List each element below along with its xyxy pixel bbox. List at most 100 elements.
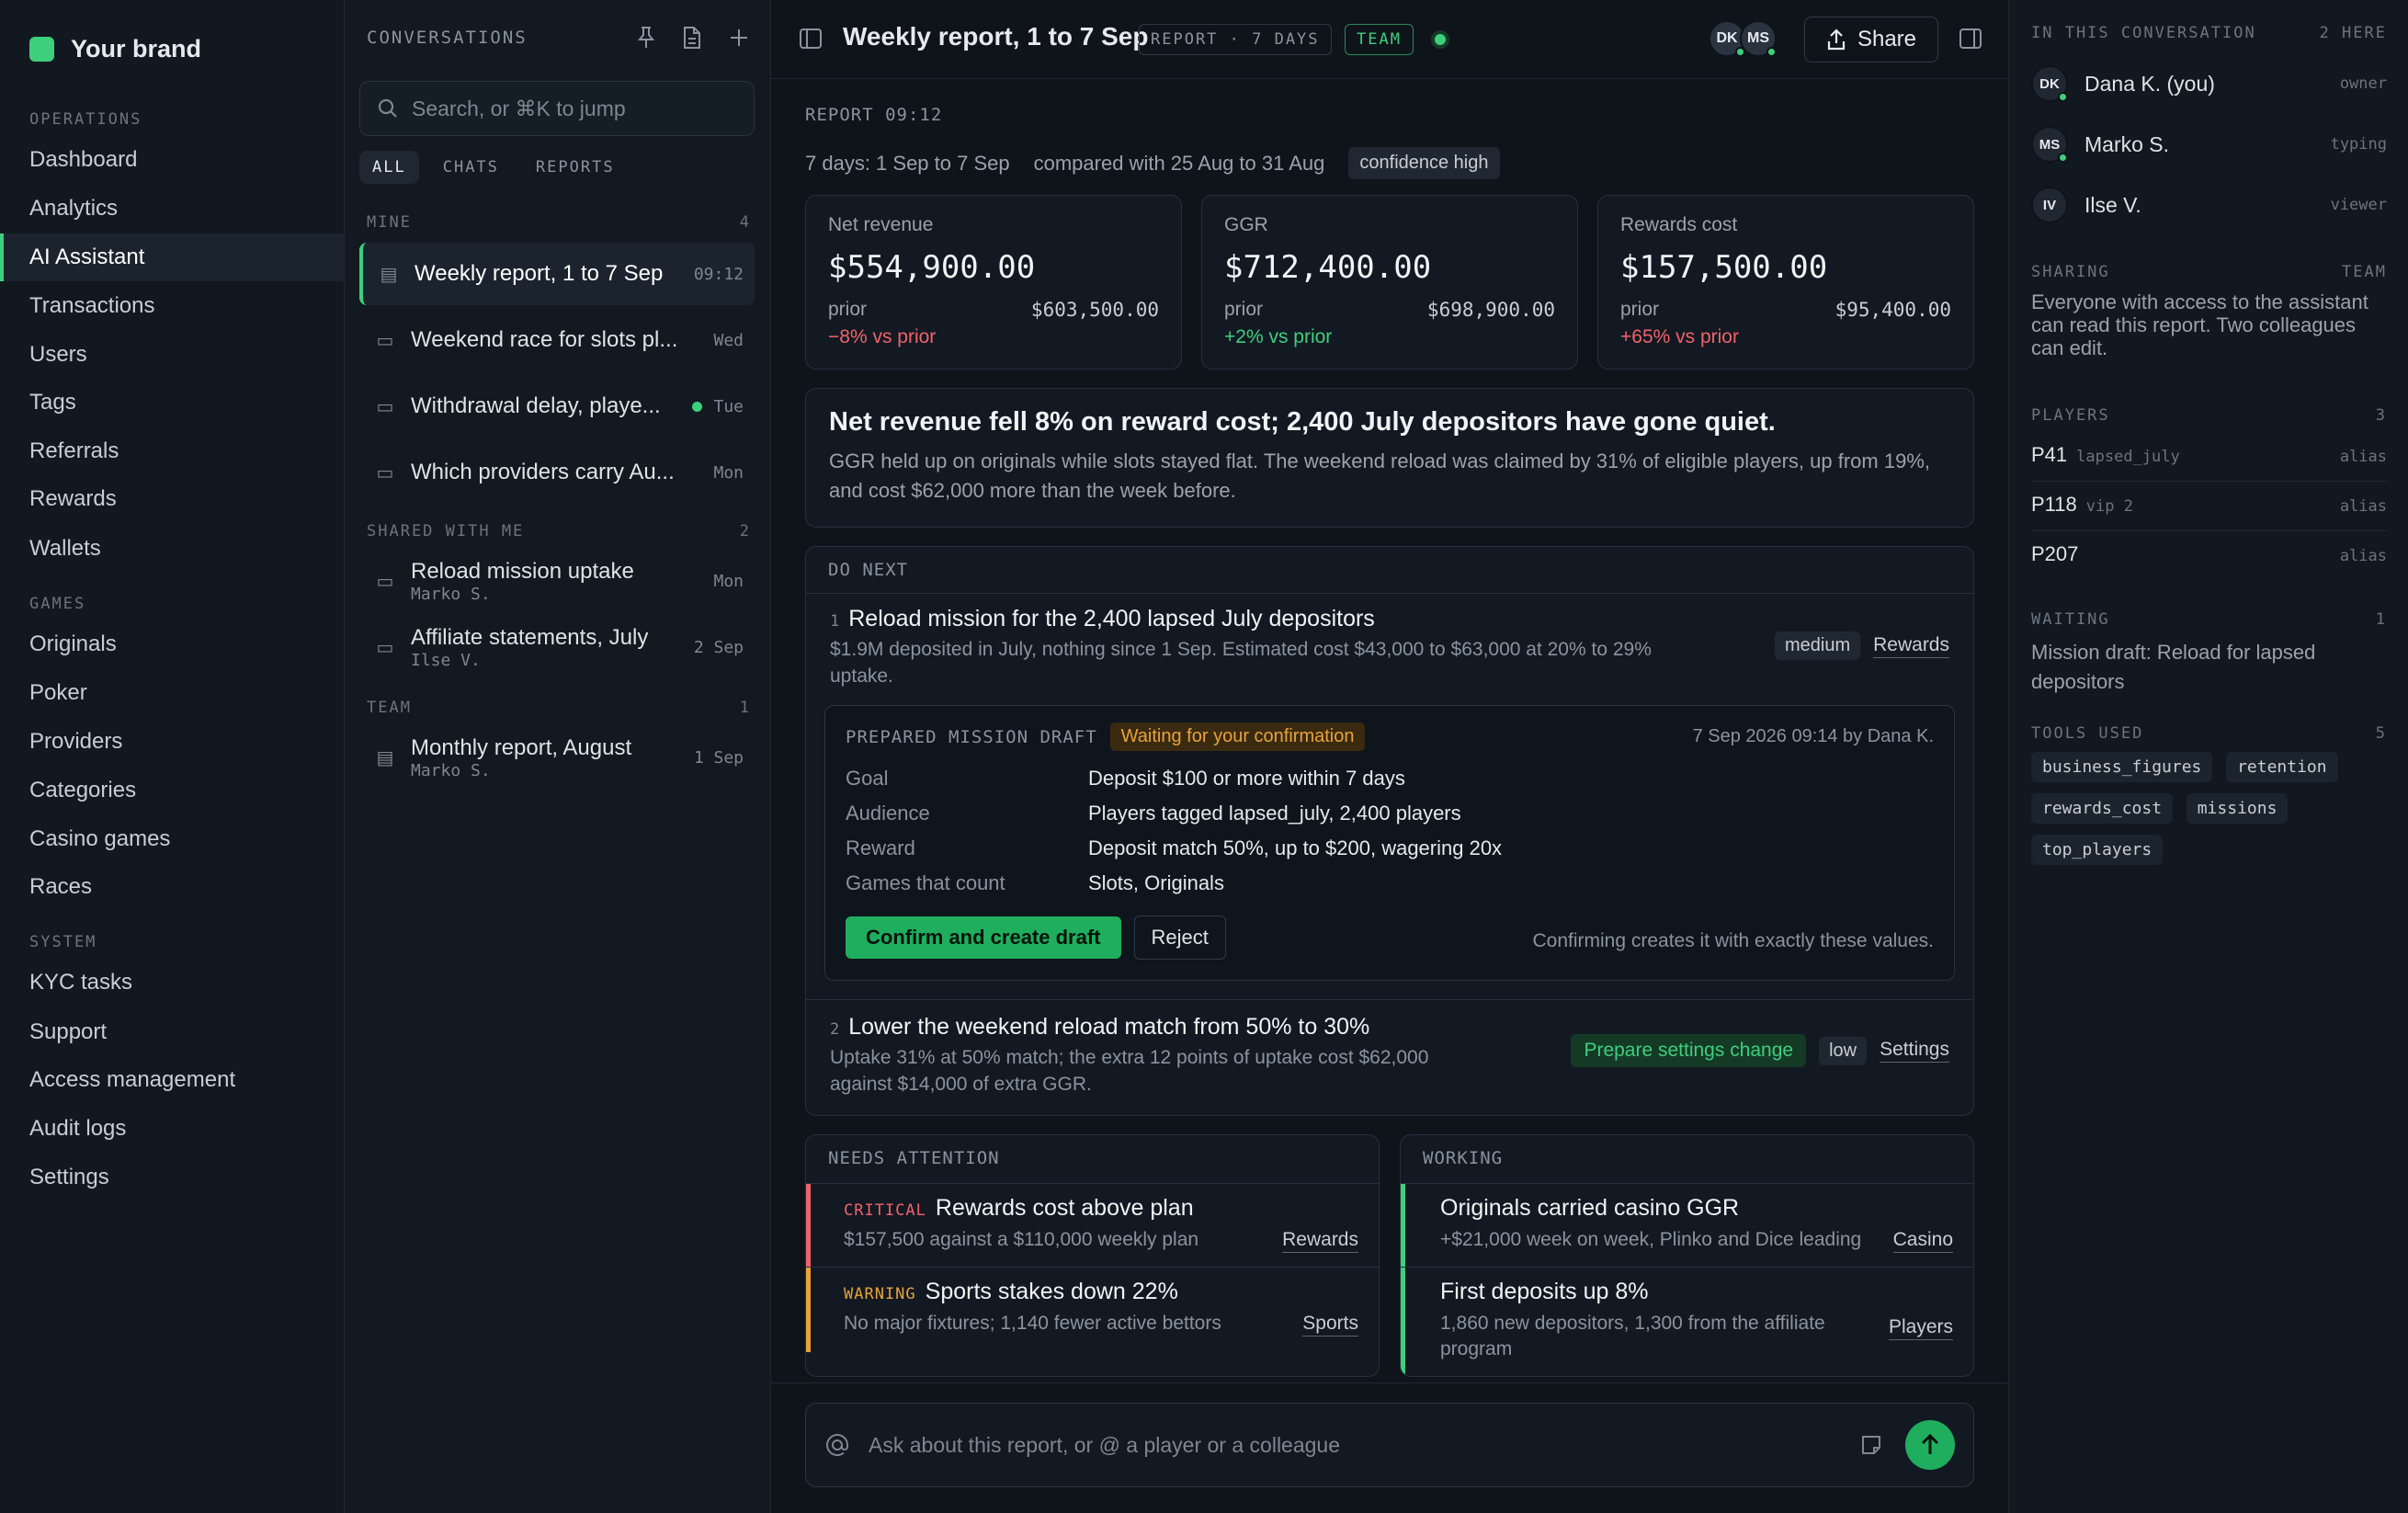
nav-item-analytics[interactable]: Analytics xyxy=(29,196,118,222)
draft-row-value: Deposit $100 or more within 7 days xyxy=(1088,767,1405,790)
nav-item-originals[interactable]: Originals xyxy=(29,631,117,657)
new-chat-plus-icon[interactable] xyxy=(728,26,750,50)
conversation-title: Reload mission uptake xyxy=(411,558,634,584)
unread-dot xyxy=(692,401,703,412)
tool-chip: retention xyxy=(2226,752,2338,782)
presence-dot xyxy=(2058,153,2068,163)
sharing-scope: TEAM xyxy=(2342,263,2387,281)
player-kind: alias xyxy=(2339,448,2387,466)
conversation-item[interactable]: ▤ Monthly report, August Marko S. 1 Sep xyxy=(359,726,755,789)
brand[interactable]: Your brand xyxy=(29,35,201,63)
participant[interactable]: MS Marko S. typing xyxy=(2031,121,2387,167)
nav-item-ai-assistant[interactable]: AI Assistant xyxy=(29,245,144,270)
conversation-item[interactable]: ▭ Affiliate statements, July Ilse V. 2 S… xyxy=(359,616,755,678)
nav-item-settings[interactable]: Settings xyxy=(29,1165,109,1190)
filter-all[interactable]: ALL xyxy=(359,151,419,184)
attention-link-rewards[interactable]: Rewards xyxy=(1282,1229,1358,1253)
nav-item-users[interactable]: Users xyxy=(29,342,87,368)
player-tag: vip 2 xyxy=(2085,497,2133,516)
participant[interactable]: DK Dana K. (you) owner xyxy=(2031,61,2387,107)
prior-value: $603,500.00 xyxy=(1030,299,1159,321)
group-count: 1 xyxy=(739,699,751,717)
nav-item-audit-logs[interactable]: Audit logs xyxy=(29,1116,126,1142)
chat-icon: ▭ xyxy=(376,571,394,592)
conversation-search[interactable]: Search, or ⌘K to jump xyxy=(359,81,755,136)
working-link-players[interactable]: Players xyxy=(1888,1316,1953,1340)
conversation-item[interactable]: ▭ Which providers carry Au... Mon xyxy=(359,441,755,504)
message-composer[interactable]: Ask about this report, or @ a player or … xyxy=(805,1403,1974,1487)
mention-at-icon[interactable] xyxy=(824,1432,850,1458)
player-id: P118 xyxy=(2031,493,2077,516)
attach-note-icon[interactable] xyxy=(1859,1433,1883,1457)
conversation-title: Which providers carry Au... xyxy=(411,460,675,484)
filter-reports[interactable]: REPORTS xyxy=(523,151,628,184)
report-type-tag: REPORT · 7 DAYS xyxy=(1139,24,1332,55)
waiting-item[interactable]: Mission draft: Reload for lapsed deposit… xyxy=(2031,638,2387,697)
nav-section-operations: OPERATIONS xyxy=(29,110,142,129)
nav-item-casino-games[interactable]: Casino games xyxy=(29,826,170,852)
conversation-item[interactable]: ▭ Reload mission uptake Marko S. Mon xyxy=(359,550,755,612)
attention-title: Rewards cost above plan xyxy=(935,1195,1194,1221)
player-kind: alias xyxy=(2339,547,2387,565)
conversation-item[interactable]: ▭ Withdrawal delay, playe... Tue xyxy=(359,375,755,438)
metric-prior: prior $603,500.00 xyxy=(828,299,1159,321)
nav-item-providers[interactable]: Providers xyxy=(29,729,122,755)
people-header: IN THIS CONVERSATION 2 HERE xyxy=(2031,24,2387,42)
pin-icon[interactable] xyxy=(636,26,656,50)
draft-row-reward: Reward Deposit match 50%, up to $200, wag… xyxy=(846,836,1502,860)
filter-chats[interactable]: CHATS xyxy=(430,151,512,184)
nav-item-categories[interactable]: Categories xyxy=(29,778,136,803)
avatar-initials: MS xyxy=(1747,30,1769,46)
working-link-casino[interactable]: Casino xyxy=(1892,1229,1953,1253)
presence-dot xyxy=(2058,92,2068,102)
search-placeholder: Search, or ⌘K to jump xyxy=(412,96,626,120)
chat-icon: ▭ xyxy=(376,462,394,483)
action-link-rewards[interactable]: Rewards xyxy=(1873,634,1949,658)
group-shared: SHARED WITH ME 2 xyxy=(367,522,751,540)
player-row[interactable]: P41 lapsed_july alias xyxy=(2031,432,2387,482)
draft-row-key: Reward xyxy=(846,836,915,859)
players-count: 3 xyxy=(2375,406,2387,425)
document-icon: ▤ xyxy=(376,747,394,768)
reject-draft-button[interactable]: Reject xyxy=(1133,916,1226,960)
toggle-sidebar-icon[interactable] xyxy=(799,28,823,50)
nav-item-referrals[interactable]: Referrals xyxy=(29,438,119,464)
confirm-draft-button[interactable]: Confirm and create draft xyxy=(846,916,1121,959)
metric-change: −8% vs prior xyxy=(828,326,937,347)
metric-prior: prior $698,900.00 xyxy=(1224,299,1555,321)
toggle-details-panel-icon[interactable] xyxy=(1959,28,1982,50)
nav-item-transactions[interactable]: Transactions xyxy=(29,293,155,319)
nav-item-tags[interactable]: Tags xyxy=(29,390,76,415)
avatar[interactable]: MS xyxy=(1740,20,1777,57)
conversation-time: Tue xyxy=(713,396,744,416)
participant[interactable]: IV Ilse V. viewer xyxy=(2031,182,2387,228)
headline-summary: GGR held up on originals while slots sta… xyxy=(829,449,1931,502)
conversation-item[interactable]: ▤ Weekly report, 1 to 7 Sep 09:12 xyxy=(359,243,755,305)
nav-item-dashboard[interactable]: Dashboard xyxy=(29,147,137,173)
prior-value: $95,400.00 xyxy=(1834,299,1951,321)
new-report-icon[interactable] xyxy=(682,26,702,50)
nav-item-rewards[interactable]: Rewards xyxy=(29,486,117,512)
prepare-settings-change-button[interactable]: Prepare settings change xyxy=(1571,1034,1807,1067)
nav-item-races[interactable]: Races xyxy=(29,874,92,900)
action-description: $1.9M deposited in July, nothing since 1… xyxy=(830,639,1652,687)
report-main: Weekly report, 1 to 7 Sep REPORT · 7 DAY… xyxy=(771,0,2008,1513)
draft-row-key: Goal xyxy=(846,767,889,790)
report-header: Weekly report, 1 to 7 Sep REPORT · 7 DAY… xyxy=(771,0,2008,79)
nav-item-wallets[interactable]: Wallets xyxy=(29,536,101,562)
player-row[interactable]: P118 vip 2 alias xyxy=(2031,482,2387,531)
conversation-item[interactable]: ▭ Weekend race for slots pl... Wed xyxy=(359,309,755,371)
metric-value: $712,400.00 xyxy=(1224,249,1432,286)
metric-card-rewards-cost: Rewards cost $157,500.00 prior $95,400.00… xyxy=(1597,195,1974,370)
nav-item-support[interactable]: Support xyxy=(29,1019,107,1045)
attention-link-sports[interactable]: Sports xyxy=(1302,1313,1358,1337)
action-link-settings[interactable]: Settings xyxy=(1880,1039,1949,1063)
send-button[interactable] xyxy=(1905,1420,1955,1470)
nav-item-access-management[interactable]: Access management xyxy=(29,1067,235,1093)
nav-item-poker[interactable]: Poker xyxy=(29,680,87,706)
confidence-badge: confidence high xyxy=(1348,147,1500,179)
metric-change: +2% vs prior xyxy=(1224,326,1333,347)
player-row[interactable]: P207 alias xyxy=(2031,531,2387,581)
share-button[interactable]: Share xyxy=(1804,17,1938,63)
nav-item-kyc-tasks[interactable]: KYC tasks xyxy=(29,970,132,995)
